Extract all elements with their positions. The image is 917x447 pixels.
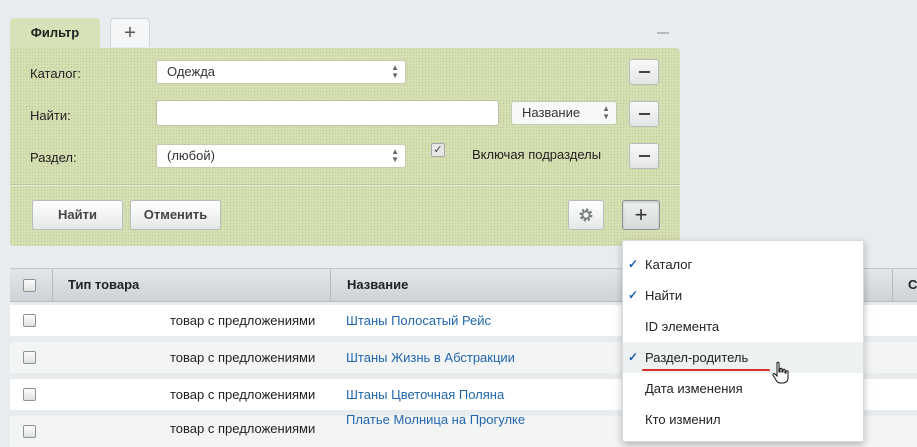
settings-button[interactable] <box>568 200 604 230</box>
include-subsections-checkbox[interactable]: ✓ <box>431 143 445 157</box>
select-arrows-icon: ▲ ▼ <box>391 147 399 164</box>
menu-item-label: Кто изменил <box>645 412 721 427</box>
find-input[interactable] <box>156 100 499 126</box>
product-name-link[interactable]: Платье Молница на Прогулке <box>346 404 525 435</box>
highlight-underline <box>642 369 770 371</box>
find-label: Найти: <box>30 108 71 123</box>
collapse-filter-icon[interactable] <box>657 32 669 34</box>
select-all-checkbox[interactable] <box>23 279 36 292</box>
column-separator <box>330 269 331 301</box>
menu-item-label: Дата изменения <box>645 381 743 396</box>
row-checkbox[interactable] <box>23 314 36 327</box>
find-field-select-value: Название <box>522 105 581 120</box>
product-name-link[interactable]: Штаны Полосатый Рейс <box>346 305 491 336</box>
column-header-type[interactable]: Тип товара <box>68 269 139 301</box>
cancel-button[interactable]: Отменить <box>130 200 221 230</box>
column-separator <box>892 269 893 301</box>
menu-item-find[interactable]: ✓ Найти <box>623 280 863 311</box>
filter-panel: Каталог: Одежда ▲ ▼ Найти: Название ▲ ▼ Ра… <box>10 48 680 246</box>
catalog-select-value: Одежда <box>167 64 216 79</box>
panel-divider <box>10 184 680 186</box>
catalog-select[interactable]: Одежда ▲ ▼ <box>156 60 406 84</box>
product-type-cell: товар с предложениями <box>170 421 316 436</box>
select-arrows-icon: ▲ ▼ <box>602 104 610 121</box>
catalog-label: Каталог: <box>30 66 81 81</box>
menu-item-label: Каталог <box>645 257 693 272</box>
remove-section-field-button[interactable] <box>629 143 659 169</box>
tab-filter[interactable]: Фильтр <box>10 18 100 48</box>
row-checkbox[interactable] <box>23 425 36 438</box>
section-label: Раздел: <box>30 150 77 165</box>
column-header-name[interactable]: Название <box>347 269 408 301</box>
check-icon: ✓ <box>628 350 639 364</box>
remove-catalog-field-button[interactable] <box>629 59 659 85</box>
menu-item-element-id[interactable]: ID элемента <box>623 311 863 342</box>
add-field-dropdown: ✓ Каталог ✓ Найти ID элемента ✓ Раздел-р… <box>622 240 864 442</box>
add-filter-tab-button[interactable]: + <box>110 18 150 47</box>
menu-item-label: Найти <box>645 288 683 303</box>
hand-cursor-icon <box>772 361 789 384</box>
gear-icon <box>579 208 593 222</box>
find-field-select[interactable]: Название ▲ ▼ <box>511 101 617 125</box>
column-header-extra[interactable]: С <box>908 269 917 301</box>
check-icon: ✓ <box>628 257 639 271</box>
product-type-cell: товар с предложениями <box>170 387 316 402</box>
column-separator <box>52 269 53 301</box>
find-button[interactable]: Найти <box>32 200 123 230</box>
include-subsections-label: Включая подразделы <box>472 147 602 162</box>
menu-item-label: ID элемента <box>645 319 720 334</box>
select-arrows-icon: ▲ ▼ <box>391 63 399 80</box>
product-name-link[interactable]: Штаны Жизнь в Абстракции <box>346 342 515 373</box>
row-checkbox[interactable] <box>23 351 36 364</box>
menu-item-modified-by[interactable]: Кто изменил <box>623 404 863 435</box>
product-type-cell: товар с предложениями <box>170 350 316 365</box>
section-select[interactable]: (любой) ▲ ▼ <box>156 144 406 168</box>
check-icon: ✓ <box>628 288 639 302</box>
product-type-cell: товар с предложениями <box>170 313 316 328</box>
menu-item-date-modified[interactable]: Дата изменения <box>623 373 863 404</box>
remove-find-field-button[interactable] <box>629 101 659 127</box>
add-field-button[interactable]: + <box>622 200 660 230</box>
section-select-value: (любой) <box>167 148 215 163</box>
menu-item-catalog[interactable]: ✓ Каталог <box>623 249 863 280</box>
row-checkbox[interactable] <box>23 388 36 401</box>
